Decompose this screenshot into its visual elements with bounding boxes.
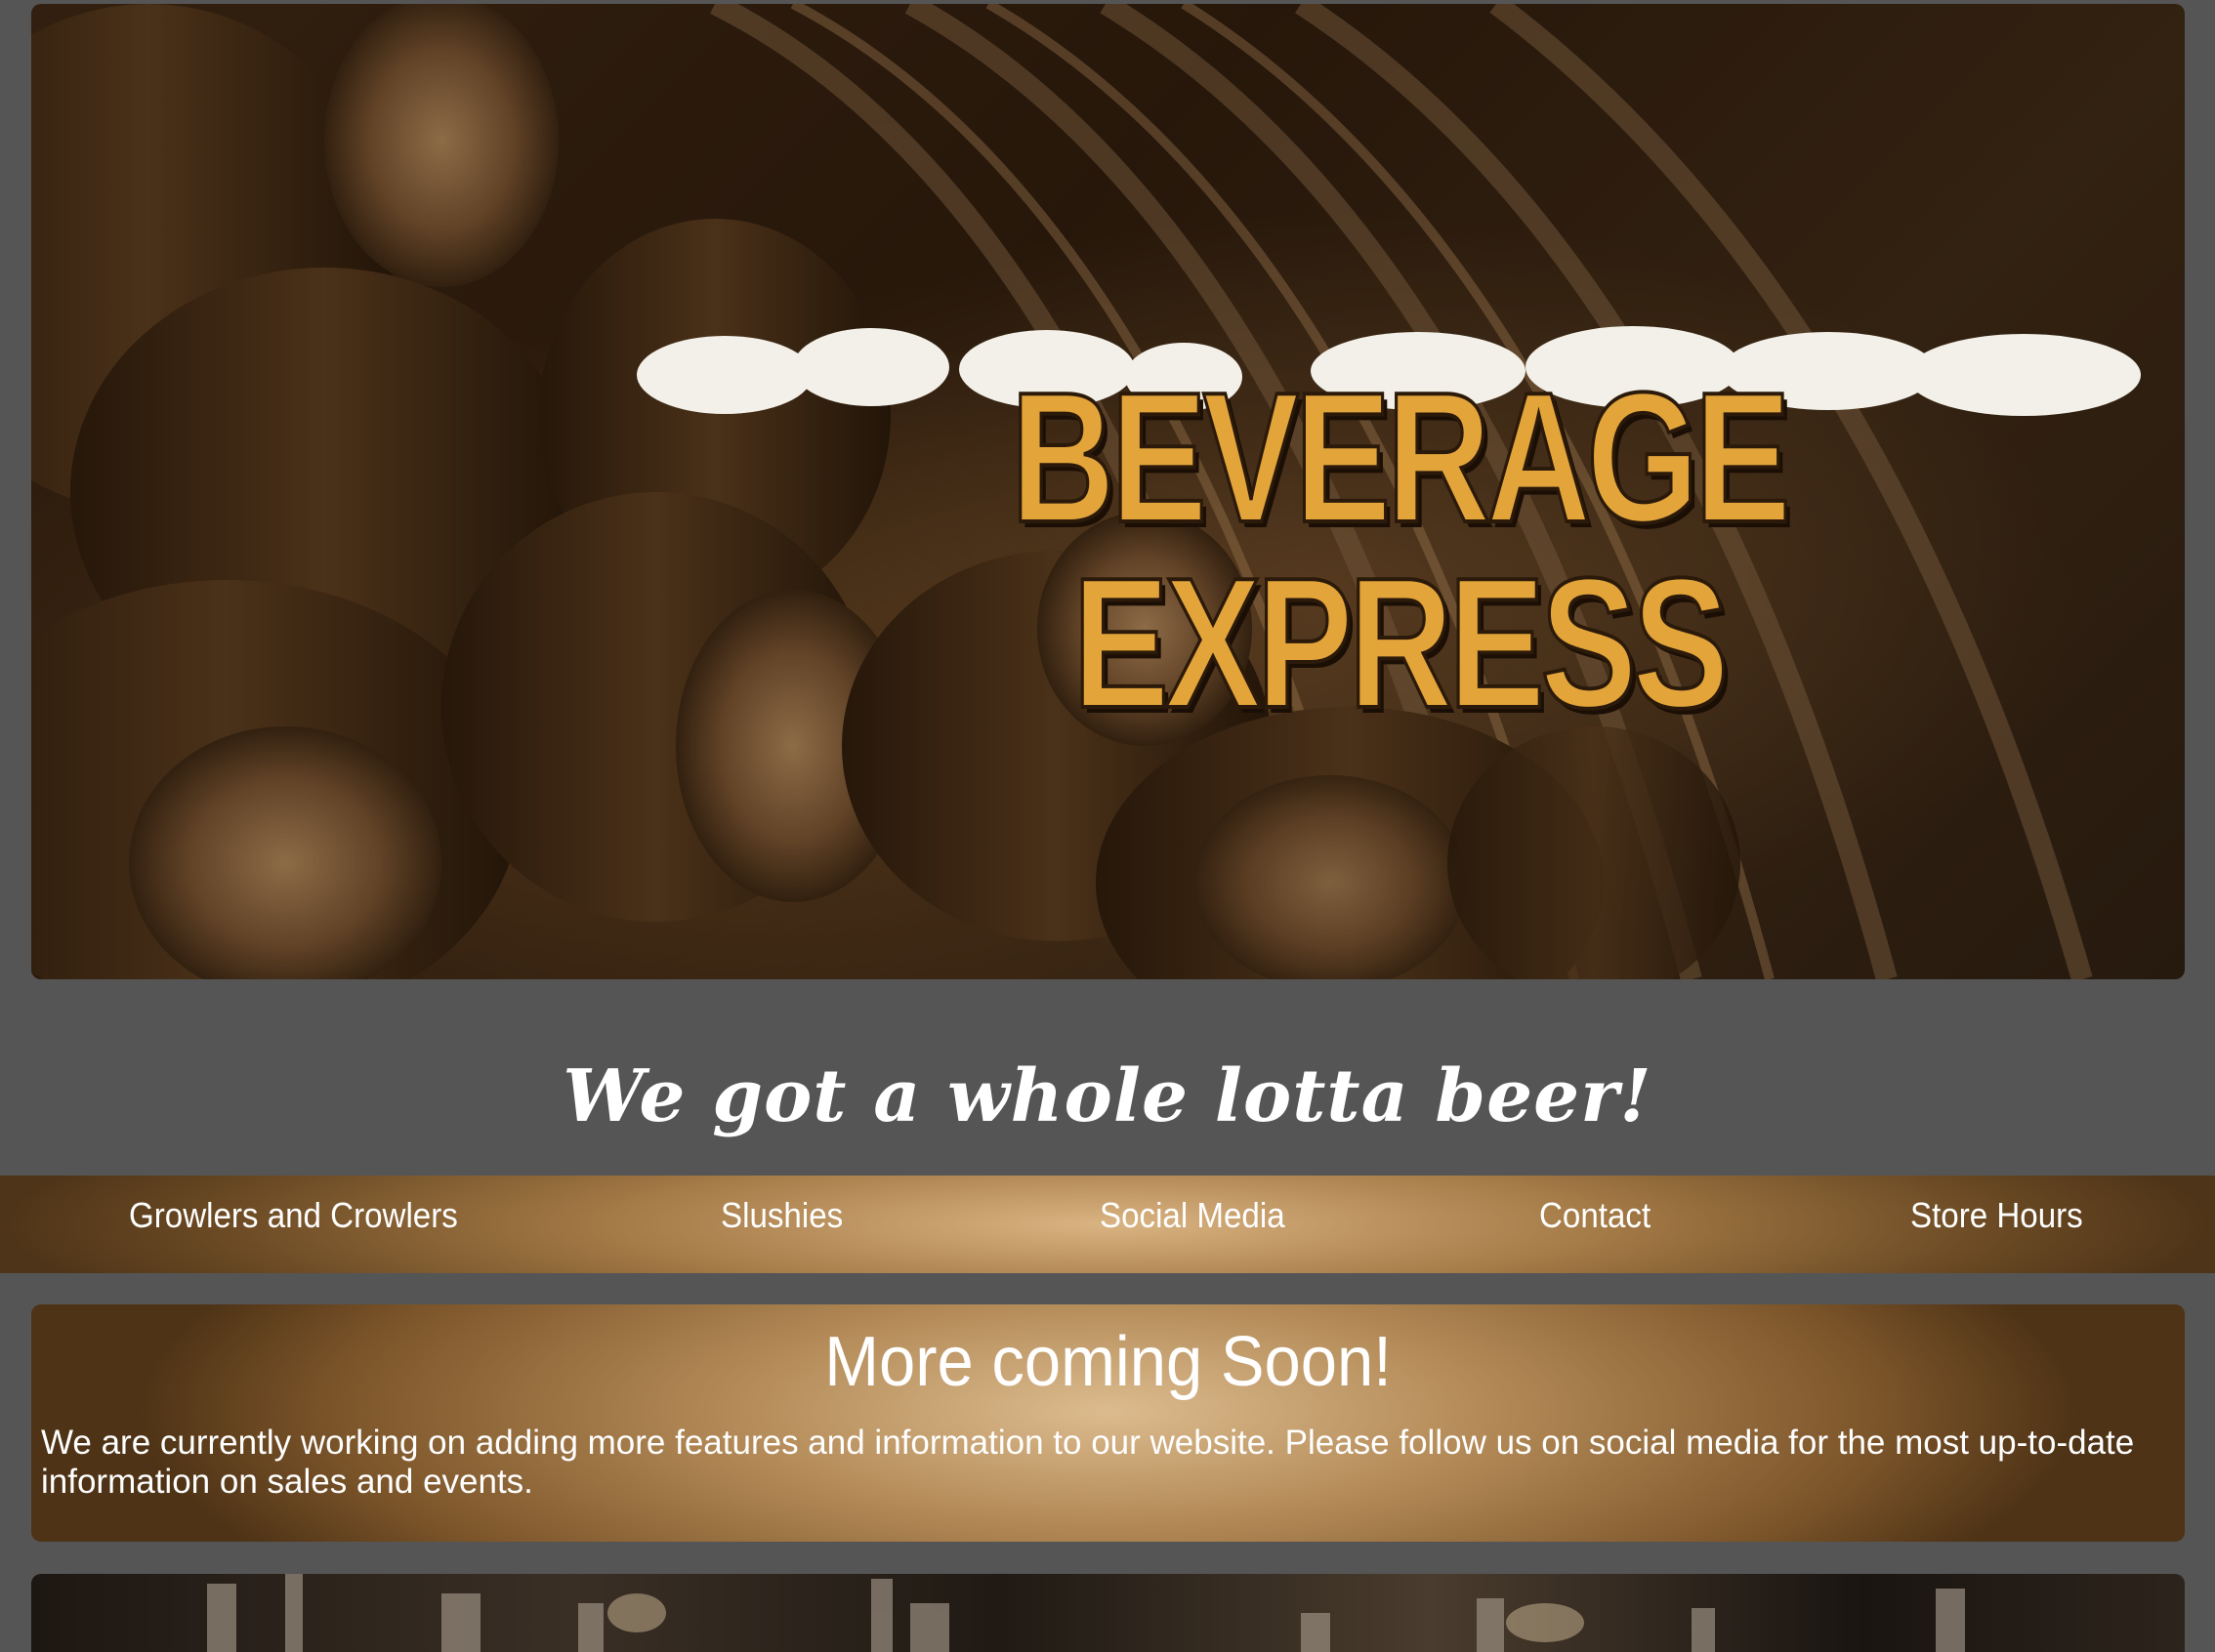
tagline: We got a whole lotta beer! (563, 1054, 1652, 1138)
nav-growlers-and-crowlers[interactable]: Growlers and Crowlers (129, 1195, 458, 1236)
beer-taps-photo (207, 1574, 1965, 1652)
card-title: More coming Soon! (824, 1323, 1392, 1401)
nav-store-hours[interactable]: Store Hours (1910, 1195, 2083, 1236)
coming-soon-card: More coming Soon! We are currently worki… (31, 1304, 2185, 1542)
logo[interactable]: BEVERAGE EXPRESS (637, 326, 2160, 738)
hero-banner: BEVERAGE EXPRESS (31, 4, 2185, 979)
card-body: We are currently working on adding more … (41, 1424, 2135, 1501)
main-nav: Growlers and Crowlers Slushies Social Me… (0, 1176, 2215, 1273)
nav-contact[interactable]: Contact (1539, 1195, 1651, 1236)
nav-social-media[interactable]: Social Media (1100, 1195, 1285, 1236)
logo-text: BEVERAGE EXPRESS (1009, 354, 1792, 747)
nav-slushies[interactable]: Slushies (721, 1195, 843, 1236)
beer-taps-image (31, 1574, 2185, 1652)
